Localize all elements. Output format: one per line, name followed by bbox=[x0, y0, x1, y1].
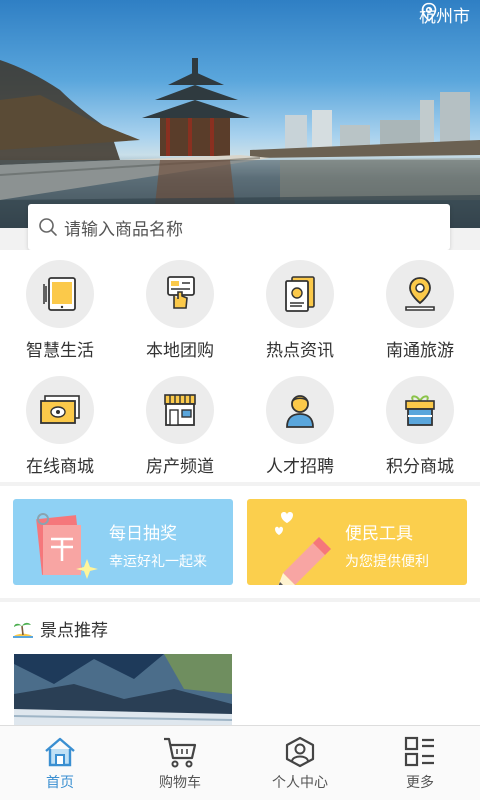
promo-subtitle: 为您提供便利 bbox=[345, 554, 429, 570]
news-icon bbox=[285, 276, 315, 312]
category-nantong-travel[interactable]: 南通旅游 bbox=[360, 250, 480, 366]
category-label: 南通旅游 bbox=[386, 341, 454, 361]
tab-more[interactable]: 更多 bbox=[360, 726, 480, 800]
cart-icon bbox=[164, 737, 197, 768]
category-label: 积分商城 bbox=[386, 457, 454, 477]
search-icon bbox=[39, 218, 57, 236]
search-bar[interactable]: 请输入商品名称 bbox=[28, 204, 450, 250]
tab-home[interactable]: 首页 bbox=[0, 726, 120, 800]
map-pin-icon bbox=[405, 277, 435, 311]
promo-title: 每日抽奖 bbox=[109, 524, 177, 544]
scenic-mountain-image bbox=[14, 654, 232, 734]
category-label: 智慧生活 bbox=[26, 341, 94, 361]
icon-circle bbox=[146, 376, 214, 444]
tab-cart[interactable]: 购物车 bbox=[120, 726, 240, 800]
home-icon bbox=[45, 737, 75, 767]
icon-circle bbox=[386, 376, 454, 444]
category-label: 房产频道 bbox=[146, 457, 214, 477]
icon-circle bbox=[146, 260, 214, 328]
section-header: 景点推荐 bbox=[12, 616, 108, 641]
bottom-tab-bar: 首页 购物车 个人中心 更多 bbox=[0, 725, 480, 800]
convenience-tools-card[interactable]: 便民工具 为您提供便利 bbox=[247, 499, 467, 585]
lottery-ticket-icon bbox=[36, 513, 98, 579]
search-input[interactable]: 请输入商品名称 bbox=[64, 215, 183, 240]
scenic-photo[interactable] bbox=[14, 654, 232, 734]
pencil-icon bbox=[275, 512, 331, 585]
user-icon bbox=[285, 736, 315, 768]
category-label: 人才招聘 bbox=[266, 457, 334, 477]
promo-subtitle: 幸运好礼一起来 bbox=[109, 554, 207, 570]
icon-circle bbox=[386, 260, 454, 328]
hand-card-icon bbox=[167, 276, 195, 309]
category-recruitment[interactable]: 人才招聘 bbox=[240, 366, 360, 482]
category-local-group-buy[interactable]: 本地团购 bbox=[120, 250, 240, 366]
gift-icon bbox=[405, 395, 435, 426]
icon-circle bbox=[26, 376, 94, 444]
scenic-section: 景点推荐 bbox=[0, 602, 480, 734]
category-hot-news[interactable]: 热点资讯 bbox=[240, 250, 360, 366]
daily-lottery-card[interactable]: 每日抽奖 幸运好礼一起来 bbox=[13, 499, 233, 585]
icon-circle bbox=[26, 260, 94, 328]
icon-circle bbox=[266, 260, 334, 328]
person-icon bbox=[286, 395, 314, 428]
tab-profile[interactable]: 个人中心 bbox=[240, 726, 360, 800]
city-selector[interactable]: 杭州市 bbox=[419, 2, 470, 27]
section-title: 景点推荐 bbox=[40, 621, 108, 641]
category-label: 在线商城 bbox=[26, 457, 94, 477]
category-label: 本地团购 bbox=[146, 341, 214, 361]
tab-label: 购物车 bbox=[159, 775, 201, 791]
grid-menu-icon bbox=[404, 736, 434, 767]
category-online-mall[interactable]: 在线商城 bbox=[0, 366, 120, 482]
tab-label: 更多 bbox=[406, 775, 434, 791]
category-real-estate[interactable]: 房产频道 bbox=[120, 366, 240, 482]
banner-pavilion-image bbox=[0, 58, 480, 228]
hero-banner[interactable]: 杭州市 bbox=[0, 0, 480, 228]
island-icon bbox=[13, 622, 33, 638]
storefront-icon bbox=[164, 394, 196, 426]
tab-label: 首页 bbox=[46, 775, 74, 791]
category-label: 热点资讯 bbox=[266, 341, 334, 361]
app-screen: 杭州市 请输入商品名称 智慧生活 本地团购 热点资讯 南通旅游 在线商城 房产频… bbox=[0, 0, 480, 800]
tab-label: 个人中心 bbox=[272, 775, 328, 791]
tablet-icon bbox=[43, 277, 76, 311]
promo-title: 便民工具 bbox=[345, 524, 413, 544]
promo-section: 每日抽奖 幸运好礼一起来 便民工具 为您提供便利 bbox=[0, 486, 480, 598]
cash-icon bbox=[40, 395, 80, 424]
icon-circle bbox=[266, 376, 334, 444]
location-pin-icon bbox=[421, 2, 437, 22]
category-smart-life[interactable]: 智慧生活 bbox=[0, 250, 120, 366]
category-points-mall[interactable]: 积分商城 bbox=[360, 366, 480, 482]
category-grid: 智慧生活 本地团购 热点资讯 南通旅游 在线商城 房产频道 人才招聘 积分商城 bbox=[0, 250, 480, 482]
